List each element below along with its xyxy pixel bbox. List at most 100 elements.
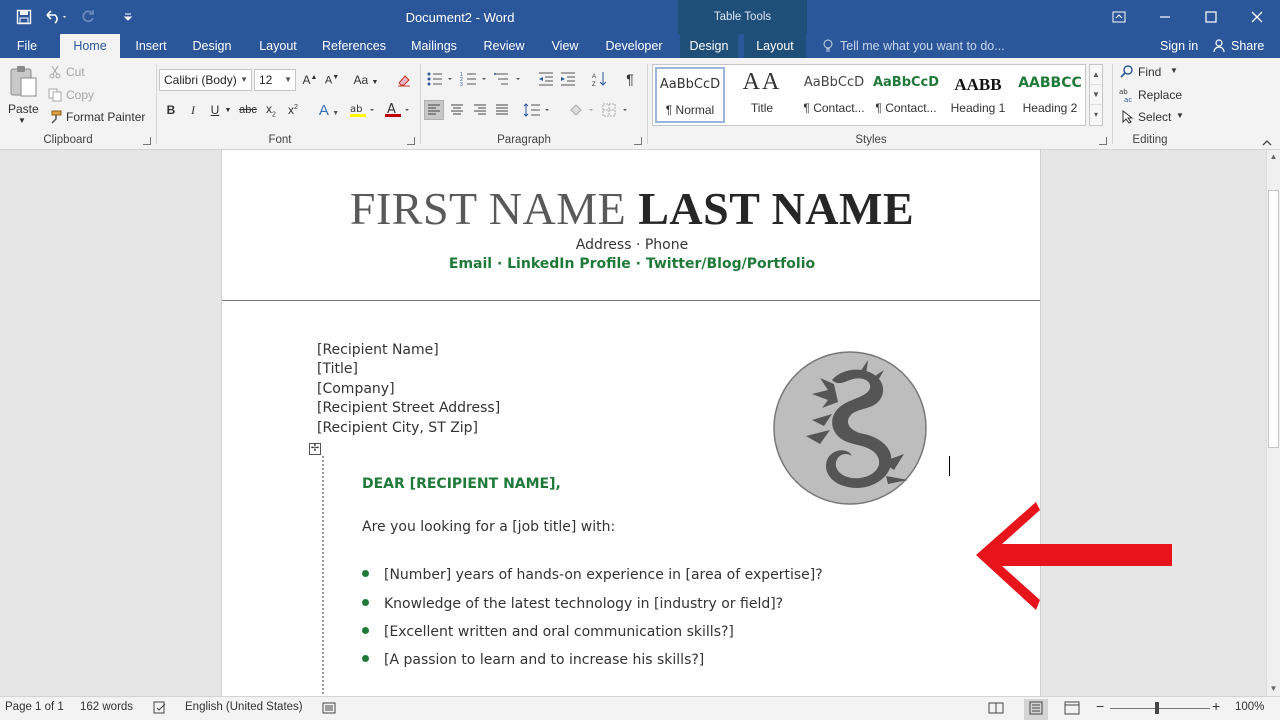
redo-button[interactable] bbox=[74, 6, 102, 28]
grow-font-button[interactable]: A▲ bbox=[300, 70, 320, 90]
read-mode-icon[interactable] bbox=[988, 701, 1004, 718]
list-item[interactable]: [Excellent written and oral communicatio… bbox=[362, 624, 734, 640]
copy-button[interactable]: Copy bbox=[46, 87, 116, 105]
gallery-up-icon[interactable]: ▲ bbox=[1090, 65, 1102, 85]
ribbon-display-button[interactable] bbox=[1096, 0, 1142, 34]
shrink-font-button[interactable]: A▼ bbox=[322, 70, 342, 90]
header-name[interactable]: FIRST NAME LAST NAME bbox=[222, 182, 1042, 235]
styles-launcher-icon[interactable] bbox=[1099, 137, 1107, 145]
contact-links-line[interactable]: Email · LinkedIn Profile · Twitter/Blog/… bbox=[222, 256, 1042, 272]
tab-home[interactable]: Home bbox=[60, 34, 120, 58]
align-right-button[interactable] bbox=[470, 100, 490, 120]
replace-button[interactable]: ab ac Replace bbox=[1118, 87, 1198, 105]
font-launcher-icon[interactable] bbox=[407, 137, 415, 145]
zoom-slider[interactable] bbox=[1110, 708, 1210, 709]
zoom-level[interactable]: 100% bbox=[1235, 701, 1264, 713]
tab-file[interactable]: File bbox=[8, 34, 46, 58]
list-item[interactable]: Knowledge of the latest technology in [i… bbox=[362, 596, 783, 612]
language-indicator[interactable]: English (United States) bbox=[185, 701, 303, 713]
font-size-combo[interactable]: 12 ▼ bbox=[254, 69, 296, 91]
select-button[interactable]: Select ▼ bbox=[1118, 109, 1198, 127]
scroll-up-icon[interactable]: ▲ bbox=[1267, 150, 1280, 164]
show-formatting-button[interactable]: ¶ bbox=[620, 69, 640, 89]
macro-recording-icon[interactable] bbox=[322, 701, 336, 718]
address-phone-line[interactable]: Address · Phone bbox=[222, 237, 1042, 253]
sign-in-link[interactable]: Sign in bbox=[1160, 34, 1198, 58]
clear-formatting-button[interactable] bbox=[394, 70, 414, 90]
find-button[interactable]: Find ▼ bbox=[1118, 64, 1188, 82]
bold-button[interactable]: B bbox=[161, 100, 181, 120]
tell-me-box[interactable]: Tell me what you want to do... bbox=[822, 34, 1005, 58]
highlight-button[interactable]: ab bbox=[347, 100, 379, 120]
style-contact-2[interactable]: AaBbCcD ¶ Contact... bbox=[871, 67, 941, 123]
justify-button[interactable] bbox=[492, 100, 512, 120]
minimize-button[interactable] bbox=[1142, 0, 1188, 34]
tab-references[interactable]: References bbox=[318, 34, 390, 58]
tab-layout[interactable]: Layout bbox=[252, 34, 304, 58]
multilevel-list-button[interactable] bbox=[494, 69, 524, 89]
style-heading-2[interactable]: AABBCC Heading 2 bbox=[1015, 67, 1085, 123]
tab-mailings[interactable]: Mailings bbox=[404, 34, 464, 58]
subscript-button[interactable]: x2 bbox=[261, 100, 281, 120]
recipient-title[interactable]: [Title] bbox=[317, 361, 358, 377]
recipient-city[interactable]: [Recipient City, ST Zip] bbox=[317, 420, 478, 436]
align-center-button[interactable] bbox=[447, 100, 467, 120]
style-title[interactable]: AA Title bbox=[727, 67, 797, 123]
dragon-logo-image[interactable] bbox=[772, 350, 930, 506]
style-heading-1[interactable]: AABB Heading 1 bbox=[943, 67, 1013, 123]
save-button[interactable] bbox=[10, 6, 38, 28]
zoom-in-button[interactable]: + bbox=[1212, 698, 1220, 714]
tab-table-layout[interactable]: Layout bbox=[744, 34, 806, 58]
paragraph-launcher-icon[interactable] bbox=[634, 137, 642, 145]
text-effects-button[interactable]: A ▼ bbox=[314, 100, 344, 120]
tab-view[interactable]: View bbox=[544, 34, 586, 58]
tab-developer[interactable]: Developer bbox=[600, 34, 668, 58]
tab-insert[interactable]: Insert bbox=[128, 34, 174, 58]
recipient-company[interactable]: [Company] bbox=[317, 381, 395, 397]
close-button[interactable] bbox=[1234, 0, 1280, 34]
decrease-indent-button[interactable] bbox=[536, 69, 556, 89]
numbering-button[interactable]: 123 bbox=[460, 69, 490, 89]
strikethrough-button[interactable]: abc bbox=[238, 100, 258, 120]
document-page[interactable]: FIRST NAME LAST NAME Address · Phone Ema… bbox=[221, 150, 1041, 696]
italic-button[interactable]: I bbox=[183, 100, 203, 120]
gallery-more-icon[interactable]: ▾ bbox=[1090, 105, 1102, 125]
gallery-down-icon[interactable]: ▼ bbox=[1090, 85, 1102, 105]
table-move-handle-icon[interactable]: ✢ bbox=[309, 443, 321, 455]
style-contact-1[interactable]: AaBbCcD ¶ Contact... bbox=[799, 67, 869, 123]
list-item[interactable]: [Number] years of hands-on experience in… bbox=[362, 567, 823, 583]
proofing-icon[interactable] bbox=[153, 701, 167, 718]
zoom-out-button[interactable]: − bbox=[1096, 698, 1104, 714]
sort-button[interactable]: AZ bbox=[590, 69, 610, 89]
customize-qat-button[interactable] bbox=[114, 6, 142, 28]
scroll-down-icon[interactable]: ▼ bbox=[1267, 682, 1280, 696]
font-color-button[interactable]: A bbox=[382, 100, 414, 120]
bullets-button[interactable] bbox=[426, 69, 456, 89]
tab-design[interactable]: Design bbox=[186, 34, 238, 58]
paste-button[interactable]: Paste ▼ bbox=[6, 62, 40, 128]
list-item[interactable]: [A passion to learn and to increase his … bbox=[362, 652, 704, 668]
underline-dropdown[interactable]: ▼ bbox=[222, 100, 234, 120]
clipboard-launcher-icon[interactable] bbox=[143, 137, 151, 145]
intro-paragraph[interactable]: Are you looking for a [job title] with: bbox=[362, 519, 615, 535]
scroll-thumb[interactable] bbox=[1268, 190, 1279, 448]
cut-button[interactable]: Cut bbox=[46, 64, 116, 82]
web-layout-icon[interactable] bbox=[1064, 701, 1080, 718]
salutation[interactable]: DEAR [RECIPIENT NAME], bbox=[362, 476, 561, 492]
maximize-button[interactable] bbox=[1188, 0, 1234, 34]
recipient-street[interactable]: [Recipient Street Address] bbox=[317, 400, 500, 416]
tab-review[interactable]: Review bbox=[478, 34, 530, 58]
word-count[interactable]: 162 words bbox=[80, 701, 133, 713]
print-layout-icon[interactable] bbox=[1024, 699, 1048, 720]
borders-button[interactable] bbox=[600, 100, 632, 120]
change-case-button[interactable]: Aa ▼ bbox=[350, 70, 382, 90]
superscript-button[interactable]: x2 bbox=[283, 100, 303, 120]
share-button[interactable]: Share bbox=[1213, 34, 1264, 58]
increase-indent-button[interactable] bbox=[558, 69, 578, 89]
shading-button[interactable] bbox=[566, 100, 598, 120]
zoom-slider-thumb[interactable] bbox=[1155, 702, 1159, 714]
format-painter-button[interactable]: Format Painter bbox=[46, 109, 150, 127]
page-count[interactable]: Page 1 of 1 bbox=[5, 701, 64, 713]
collapse-ribbon-button[interactable] bbox=[1262, 136, 1274, 146]
vertical-scrollbar[interactable]: ▲ ▼ bbox=[1266, 150, 1280, 696]
